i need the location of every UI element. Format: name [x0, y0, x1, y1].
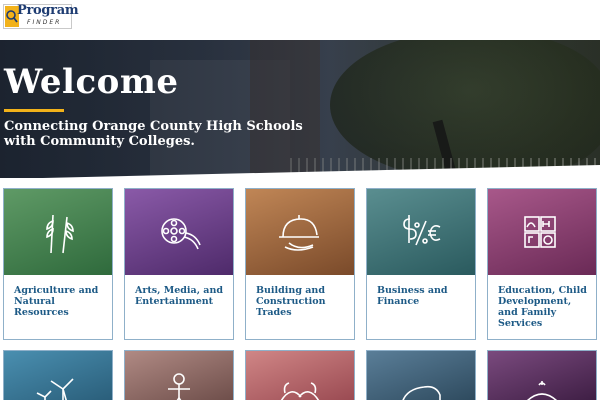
card-label: Education, Child Development, and Family… — [498, 285, 587, 329]
card-row2-2[interactable] — [124, 350, 234, 400]
hero-banner: Welcome Connecting Orange County High Sc… — [0, 40, 600, 178]
card-row2-1[interactable] — [3, 350, 113, 400]
card-label: Agriculture and Natural Resources — [14, 285, 99, 318]
card-image — [246, 189, 354, 275]
program-finder-logo[interactable]: Program FINDER — [3, 3, 79, 29]
wind-turbine-icon — [36, 378, 74, 400]
card-image — [488, 189, 596, 275]
card-image — [4, 189, 112, 275]
card-label: Building and Construction Trades — [256, 285, 326, 318]
card-label: Arts, Media, and Entertainment — [135, 285, 224, 307]
card-image — [367, 189, 475, 275]
wheat-icon — [46, 214, 74, 254]
card-image — [125, 189, 233, 275]
card-education-child[interactable]: Education, Child Development, and Family… — [487, 188, 597, 340]
car-icon — [402, 385, 441, 400]
title-underline — [4, 109, 64, 112]
blocks-icon — [524, 216, 556, 248]
hero-overlay — [0, 40, 600, 178]
card-label: Business and Finance — [377, 285, 448, 307]
logo-word-program: Program — [17, 3, 79, 18]
stick-figure-icon — [168, 373, 190, 400]
card-business-finance[interactable]: Business and Finance — [366, 188, 476, 340]
hands-icon — [280, 382, 320, 400]
card-arts-media[interactable]: Arts, Media, and Entertainment — [124, 188, 234, 340]
card-row2-3[interactable] — [245, 350, 355, 400]
food-icon — [526, 381, 558, 400]
card-agriculture[interactable]: Agriculture and Natural Resources — [3, 188, 113, 340]
card-row2-4[interactable] — [366, 350, 476, 400]
top-bar: Program FINDER — [0, 0, 600, 40]
film-reel-icon — [161, 218, 201, 250]
card-building-construction[interactable]: Building and Construction Trades — [245, 188, 355, 340]
page-title: Welcome — [4, 62, 179, 102]
hardhat-icon — [279, 215, 319, 251]
card-row2-5[interactable] — [487, 350, 597, 400]
currency-icon — [403, 215, 441, 246]
hero-tagline: Connecting Orange County High Schools wi… — [4, 119, 303, 149]
logo-word-finder: FINDER — [27, 19, 62, 26]
